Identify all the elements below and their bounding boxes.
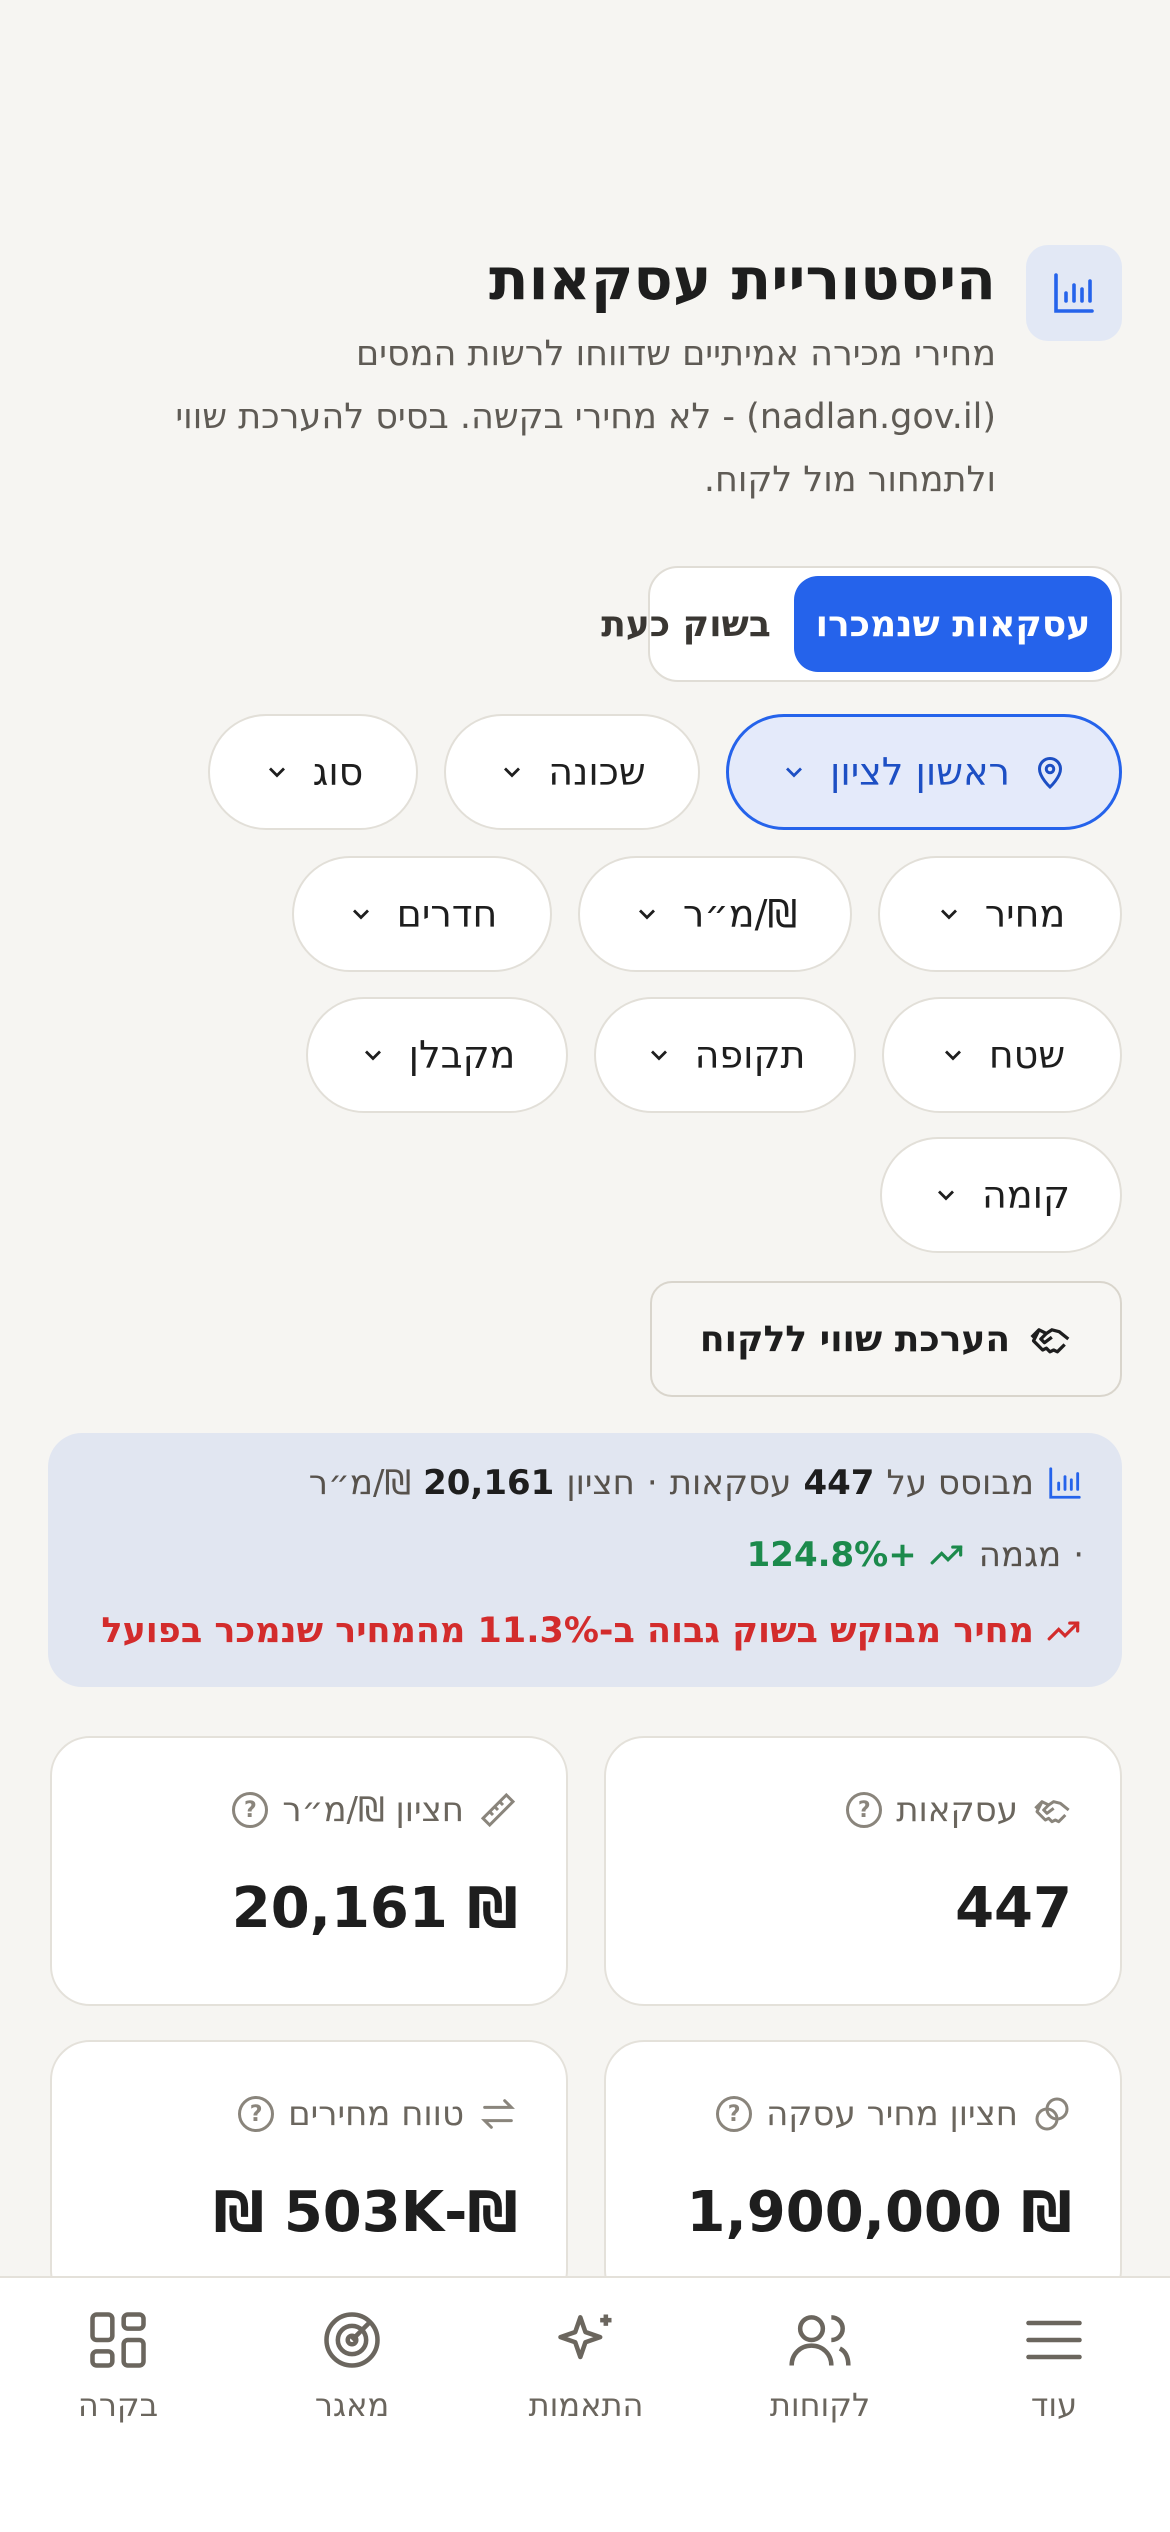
filter-price-label: מחיר	[984, 892, 1066, 936]
banner-trend-value: +124.8%	[746, 1535, 917, 1575]
dashboard-icon	[90, 2312, 146, 2368]
banner-median-value: 20,161	[423, 1463, 555, 1503]
filter-area[interactable]: שטח	[882, 997, 1122, 1113]
banner-separator: ·	[1073, 1535, 1084, 1575]
filter-rooms-label: חדרים	[396, 892, 498, 936]
menu-icon	[1026, 2320, 1082, 2360]
chevron-down-icon	[504, 767, 521, 778]
chevron-down-icon	[786, 767, 803, 778]
filter-price[interactable]: מחיר	[878, 856, 1122, 972]
filter-floor-label: קומה	[982, 1173, 1070, 1217]
filter-neighborhood[interactable]: שכונה	[444, 714, 700, 830]
stat-label-text: עסקאות	[896, 1790, 1018, 1830]
radar-icon	[324, 2312, 380, 2368]
help-icon[interactable]: ?	[238, 2096, 275, 2132]
chevron-down-icon	[638, 909, 655, 920]
page: היסטוריית עסקאות מחירי מכירה אמיתיים שדו…	[0, 0, 1170, 2276]
help-icon[interactable]: ?	[716, 2096, 753, 2132]
chevron-down-icon	[944, 1050, 961, 1061]
tab-on-market[interactable]: בשוק כעת	[586, 576, 786, 672]
stat-value: 447	[955, 1876, 1072, 1941]
nav-item-label: בקרה	[77, 2386, 159, 2424]
trend-up-icon	[1047, 1621, 1080, 1641]
handshake-icon	[1034, 1800, 1070, 1824]
nav-item-more[interactable]: עוד	[964, 2306, 1144, 2424]
nav-item-pool[interactable]: מאגר	[262, 2306, 442, 2424]
client-valuation-button[interactable]: הערכת שווי ללקוח	[650, 1281, 1122, 1397]
nav-item-label: עוד	[1030, 2386, 1078, 2424]
sparkles-icon	[558, 2314, 612, 2360]
stat-label-text: חציון מחיר עסקה	[766, 2094, 1018, 2134]
filter-price-per-sqm-label: ₪/מ״ר	[682, 892, 798, 936]
filter-area-label: שטח	[988, 1033, 1066, 1077]
page-subtitle: מחירי מכירה אמיתיים שדווחו לרשות המסים (…	[175, 334, 996, 500]
filter-rooms[interactable]: חדרים	[292, 856, 552, 972]
nav-item-clients[interactable]: לקוחות	[730, 2306, 910, 2424]
help-icon[interactable]: ?	[846, 1792, 883, 1828]
banner-trend-line: · מגמה +124.8%	[747, 1535, 1084, 1575]
filter-location-label: ראשון לציון	[830, 750, 1010, 794]
stat-label: טווח מחירים ?	[238, 2094, 518, 2134]
stat-card-deals: עסקאות ? 447	[604, 1736, 1122, 2006]
trend-up-icon	[930, 1545, 963, 1565]
map-pin-icon	[1037, 757, 1062, 790]
stat-card-price-range: טווח מחירים ? ₪-503K ₪	[50, 2040, 568, 2276]
chevron-down-icon	[364, 1050, 381, 1061]
nav-item-dashboard[interactable]: בקרה	[28, 2306, 208, 2424]
coins-icon	[1035, 2097, 1069, 2131]
client-valuation-label: הערכת שווי ללקוח	[699, 1318, 1011, 1360]
nav-item-label: לקוחות	[769, 2386, 871, 2424]
banner-based-on: מבוסס על	[886, 1463, 1034, 1503]
bar-chart-icon	[1026, 245, 1122, 341]
stat-card-median-sqm: חציון ₪/מ״ר ? ₪ 20,161	[50, 1736, 568, 2006]
help-icon[interactable]: ?	[232, 1792, 269, 1828]
stat-value: ₪-503K ₪	[213, 2180, 518, 2245]
filter-period[interactable]: תקופה	[594, 997, 856, 1113]
banner-warning-text: מחיר מבוקש בשוק גבוה ב-11.3% מהמחיר שנמכ…	[101, 1611, 1034, 1651]
banner-summary-line: מבוסס על 447 עסקאות · חציון 20,161 ₪/מ״ר	[309, 1463, 1084, 1503]
nav-item-label: מאגר	[314, 2386, 390, 2424]
stat-label-text: חציון ₪/מ״ר	[282, 1790, 464, 1830]
stat-label-text: טווח מחירים	[288, 2094, 464, 2134]
stat-label: חציון מחיר עסקה ?	[716, 2094, 1072, 2134]
nav-item-matches[interactable]: התאמות	[496, 2306, 676, 2424]
banner-separator: ·	[646, 1463, 658, 1503]
filter-neighborhood-label: שכונה	[548, 750, 646, 794]
stat-label: חציון ₪/מ״ר ?	[232, 1790, 518, 1830]
filter-floor[interactable]: קומה	[880, 1137, 1122, 1253]
chevron-down-icon	[650, 1050, 667, 1061]
stat-card-median-price: חציון מחיר עסקה ? ₪ 1,900,000	[604, 2040, 1122, 2276]
banner-deals-count: 447	[803, 1463, 875, 1503]
users-icon	[789, 2315, 851, 2366]
nav-item-label: התאמות	[528, 2386, 644, 2424]
chevron-down-icon	[938, 1190, 955, 1201]
filter-type-label: סוג	[312, 750, 364, 794]
filter-contractor-label: מקבלן	[408, 1033, 516, 1077]
deals-mode-toggle: עסקאות שנמכרו בשוק כעת	[601, 566, 1122, 682]
ruler-icon	[480, 1792, 516, 1828]
banner-trend-word: מגמה	[978, 1535, 1062, 1575]
tab-sold-deals[interactable]: עסקאות שנמכרו	[794, 576, 1112, 672]
banner-median-word: חציון	[566, 1463, 635, 1503]
banner-warning-line: מחיר מבוקש בשוק גבוה ב-11.3% מהמחיר שנמכ…	[101, 1611, 1084, 1651]
bottom-navigation: בקרה מאגר התאמות לקוחות עוד	[0, 2276, 1170, 2532]
filter-contractor[interactable]: מקבלן	[306, 997, 568, 1113]
page-title: היסטוריית עסקאות	[488, 245, 996, 313]
stat-value: ₪ 1,900,000	[686, 2180, 1072, 2245]
filter-period-label: תקופה	[694, 1033, 806, 1077]
stat-value: ₪ 20,161	[231, 1876, 518, 1941]
chevron-down-icon	[940, 909, 957, 920]
filter-price-per-sqm[interactable]: ₪/מ״ר	[578, 856, 852, 972]
handshake-icon	[1030, 1328, 1070, 1354]
banner-deals-word: עסקאות	[669, 1463, 792, 1503]
chevron-down-icon	[352, 909, 369, 920]
chevron-down-icon	[268, 767, 285, 778]
filter-type[interactable]: סוג	[208, 714, 418, 830]
bar-chart-icon	[1049, 1467, 1081, 1499]
summary-banner: מבוסס על 447 עסקאות · חציון 20,161 ₪/מ״ר…	[48, 1433, 1122, 1687]
banner-median-unit: ₪/מ״ר	[308, 1463, 412, 1503]
stat-label: עסקאות ?	[846, 1790, 1072, 1830]
arrows-swap-icon	[481, 2099, 515, 2129]
filter-location[interactable]: ראשון לציון	[726, 714, 1122, 830]
